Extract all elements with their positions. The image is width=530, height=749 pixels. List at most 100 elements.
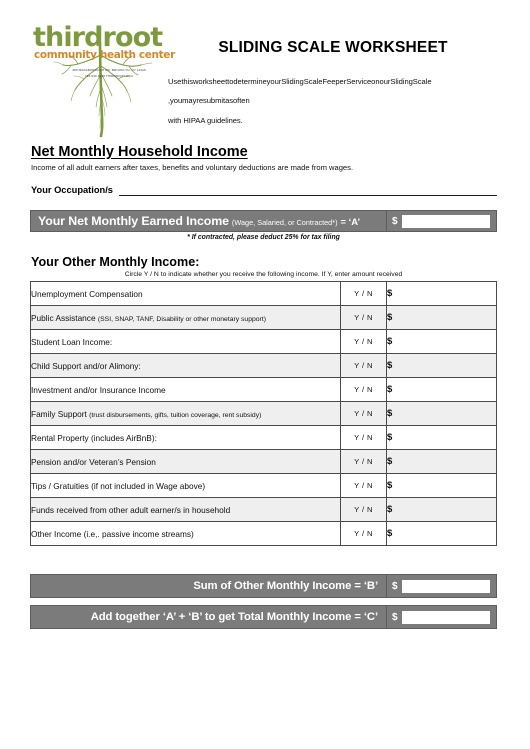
table-row: Child Support and/or Alimony: Y / N $ bbox=[30, 353, 497, 378]
income-category-qualifier: (SSI, SNAP, TANF, Disability or other mo… bbox=[97, 315, 266, 323]
document-header: thirdroot community health center 380 MA… bbox=[0, 0, 530, 138]
income-category-label: Investment and/or Insurance Income bbox=[31, 384, 166, 395]
amount-cell[interactable]: $ bbox=[386, 377, 497, 402]
income-category-cell: Tips / Gratuities (if not included in Wa… bbox=[30, 473, 341, 498]
earned-income-amount-cell: $ bbox=[386, 211, 496, 231]
amount-cell[interactable]: $ bbox=[386, 401, 497, 426]
yes-no-toggle[interactable]: Y / N bbox=[340, 281, 387, 306]
intro-paragraph: UsethisworksheettodetermineyourSlidingSc… bbox=[168, 77, 488, 136]
earned-income-label: Your Net Monthly Earned Income (Wage, Sa… bbox=[31, 214, 386, 228]
sum-b-label: Sum of Other Monthly Income = ‘B’ bbox=[193, 580, 378, 592]
table-row: Tips / Gratuities (if not included in Wa… bbox=[30, 473, 497, 498]
yes-no-toggle[interactable]: Y / N bbox=[340, 305, 387, 330]
income-category-cell: Student Loan Income: bbox=[30, 329, 341, 354]
dollar-sign-icon: $ bbox=[387, 432, 393, 443]
dollar-sign-icon: $ bbox=[387, 288, 393, 299]
table-row: Public Assistance (SSI, SNAP, TANF, Disa… bbox=[30, 305, 497, 330]
income-category-cell: Pension and/or Veteran’s Pension bbox=[30, 449, 341, 474]
income-category-label: Family Support bbox=[31, 408, 90, 419]
income-category-label: Other Income (i.e,. passive income strea… bbox=[31, 528, 194, 539]
dollar-sign-icon: $ bbox=[387, 336, 393, 347]
logo-address: 380 MARLBOROUGH RD. BROOKLYN, NY 11226 7… bbox=[53, 68, 165, 80]
amount-cell[interactable]: $ bbox=[386, 305, 497, 330]
circle-instruction: Circle Y / N to indicate whether you rec… bbox=[124, 271, 403, 278]
income-category-cell: Public Assistance (SSI, SNAP, TANF, Disa… bbox=[30, 305, 341, 330]
dollar-sign-icon: $ bbox=[387, 384, 393, 395]
sum-b-input[interactable] bbox=[401, 579, 490, 593]
earned-income-label-main: Your Net Monthly Earned Income bbox=[38, 214, 229, 228]
table-row: Pension and/or Veteran’s Pension Y / N $ bbox=[30, 449, 497, 474]
logo-wordmark: thirdroot bbox=[33, 22, 163, 53]
income-category-label: Unemployment Compensation bbox=[31, 288, 143, 299]
logo-address-line-2: 718.940.9428 THIRDROOT.ORG bbox=[84, 73, 134, 78]
dollar-sign-icon: $ bbox=[392, 580, 398, 592]
total-c-input[interactable] bbox=[401, 610, 490, 624]
intro-line-3: with HIPAA guidelines. bbox=[168, 115, 243, 125]
dollar-sign-icon: $ bbox=[392, 215, 398, 227]
other-income-table-body: Unemployment Compensation Y / N $ Public… bbox=[30, 281, 497, 546]
income-category-cell: Other Income (i.e,. passive income strea… bbox=[30, 521, 341, 546]
dollar-sign-icon: $ bbox=[387, 480, 393, 491]
intro-line-2: ,youmayresubmitasoften bbox=[168, 96, 250, 106]
yes-no-toggle[interactable]: Y / N bbox=[340, 329, 387, 354]
net-income-subheading: Income of all adult earners after taxes,… bbox=[31, 163, 354, 172]
amount-cell[interactable]: $ bbox=[386, 473, 497, 498]
earned-income-banner: Your Net Monthly Earned Income (Wage, Sa… bbox=[30, 210, 497, 232]
income-category-cell: Investment and/or Insurance Income bbox=[30, 377, 341, 402]
dollar-sign-icon: $ bbox=[387, 312, 393, 323]
other-income-heading: Your Other Monthly Income: bbox=[31, 255, 200, 269]
yes-no-toggle[interactable]: Y / N bbox=[340, 521, 387, 546]
amount-cell[interactable]: $ bbox=[386, 521, 497, 546]
table-row: Rental Property (includes AirBnB): Y / N… bbox=[30, 425, 497, 450]
yes-no-toggle[interactable]: Y / N bbox=[340, 353, 387, 378]
amount-cell[interactable]: $ bbox=[386, 425, 497, 450]
amount-cell[interactable]: $ bbox=[386, 353, 497, 378]
income-category-cell: Rental Property (includes AirBnB): bbox=[30, 425, 341, 450]
intro-line-1: UsethisworksheettodetermineyourSlidingSc… bbox=[168, 77, 432, 86]
earned-income-input[interactable] bbox=[401, 214, 490, 228]
amount-cell[interactable]: $ bbox=[386, 497, 497, 522]
occupation-label: Your Occupation/s bbox=[31, 185, 113, 195]
table-row: Unemployment Compensation Y / N $ bbox=[30, 281, 497, 306]
yes-no-toggle[interactable]: Y / N bbox=[340, 401, 387, 426]
income-category-cell: Unemployment Compensation bbox=[30, 281, 341, 306]
dollar-sign-icon: $ bbox=[387, 360, 393, 371]
amount-cell[interactable]: $ bbox=[386, 281, 497, 306]
income-category-label: Rental Property (includes AirBnB): bbox=[31, 432, 157, 443]
total-c-amount-cell: $ bbox=[386, 606, 496, 628]
earned-income-label-code: = ‘A’ bbox=[340, 216, 361, 227]
yes-no-toggle[interactable]: Y / N bbox=[340, 425, 387, 450]
dollar-sign-icon: $ bbox=[387, 504, 393, 515]
page-title: SLIDING SCALE WORKSHEET bbox=[218, 39, 448, 56]
table-row: Investment and/or Insurance Income Y / N… bbox=[30, 377, 497, 402]
income-category-label: Child Support and/or Alimony: bbox=[31, 360, 141, 371]
sum-b-banner: Sum of Other Monthly Income = ‘B’ $ bbox=[30, 574, 497, 598]
table-row: Family Support (trust disbursements, gif… bbox=[30, 401, 497, 426]
total-c-banner: Add together ‘A’ + ‘B’ to get Total Mont… bbox=[30, 605, 497, 629]
logo-tagline: community health center bbox=[34, 49, 175, 61]
total-c-label: Add together ‘A’ + ‘B’ to get Total Mont… bbox=[90, 611, 378, 623]
income-category-cell: Funds received from other adult earner/s… bbox=[30, 497, 341, 522]
organization-logo: thirdroot community health center 380 MA… bbox=[33, 22, 175, 142]
income-category-cell: Child Support and/or Alimony: bbox=[30, 353, 341, 378]
income-category-cell: Family Support (trust disbursements, gif… bbox=[30, 401, 341, 426]
earned-income-label-qualifier: (Wage, Salaried, or Contracted*) bbox=[231, 218, 338, 227]
table-row: Student Loan Income: Y / N $ bbox=[30, 329, 497, 354]
income-category-label: Public Assistance bbox=[31, 312, 98, 323]
income-category-label: Pension and/or Veteran’s Pension bbox=[31, 456, 156, 467]
yes-no-toggle[interactable]: Y / N bbox=[340, 473, 387, 498]
other-income-table: Unemployment Compensation Y / N $ Public… bbox=[30, 281, 497, 546]
yes-no-toggle[interactable]: Y / N bbox=[340, 449, 387, 474]
contracted-footnote: * If contracted, please deduct 25% for t… bbox=[187, 234, 340, 241]
amount-cell[interactable]: $ bbox=[386, 449, 497, 474]
dollar-sign-icon: $ bbox=[387, 528, 393, 539]
dollar-sign-icon: $ bbox=[387, 456, 393, 467]
yes-no-toggle[interactable]: Y / N bbox=[340, 497, 387, 522]
income-category-label: Tips / Gratuities (if not included in Wa… bbox=[31, 480, 206, 491]
occupation-input[interactable] bbox=[118, 184, 497, 196]
amount-cell[interactable]: $ bbox=[386, 329, 497, 354]
dollar-sign-icon: $ bbox=[387, 408, 393, 419]
income-category-label: Student Loan Income: bbox=[31, 336, 113, 347]
yes-no-toggle[interactable]: Y / N bbox=[340, 377, 387, 402]
dollar-sign-icon: $ bbox=[392, 611, 398, 623]
